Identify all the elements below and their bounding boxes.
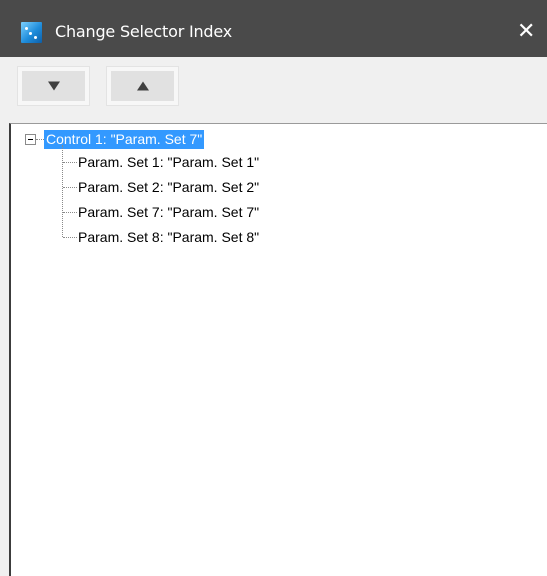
close-icon[interactable]: ✕ [517, 12, 547, 52]
collapse-icon[interactable] [25, 134, 36, 145]
tree-connector [36, 139, 44, 140]
app-icon [21, 22, 42, 43]
tree-connector [63, 212, 77, 213]
move-down-button[interactable] [17, 66, 90, 106]
tree-root-item[interactable]: Control 1: "Param. Set 7" [44, 130, 205, 149]
tree-connector [63, 237, 77, 238]
tree-child-item[interactable]: Param. Set 8: "Param. Set 8" [78, 228, 259, 247]
move-up-button[interactable] [106, 66, 179, 106]
tree-child-item[interactable]: Param. Set 1: "Param. Set 1" [78, 153, 259, 172]
tree-child-item[interactable]: Param. Set 2: "Param. Set 2" [78, 178, 259, 197]
triangle-down-icon [47, 81, 60, 91]
window-title: Change Selector Index [55, 22, 233, 41]
title-bar[interactable]: Change Selector Index ✕ [0, 0, 547, 57]
tree-connector [62, 145, 63, 237]
tree-connector [63, 187, 77, 188]
change-selector-index-window: Change Selector Index ✕ Control 1: "Para… [0, 0, 547, 576]
tree-connector [63, 162, 77, 163]
selector-tree[interactable]: Control 1: "Param. Set 7" Param. Set 1: … [9, 123, 547, 576]
tree-child-item[interactable]: Param. Set 7: "Param. Set 7" [78, 203, 259, 222]
triangle-up-icon [136, 81, 149, 91]
toolbar [0, 57, 547, 123]
